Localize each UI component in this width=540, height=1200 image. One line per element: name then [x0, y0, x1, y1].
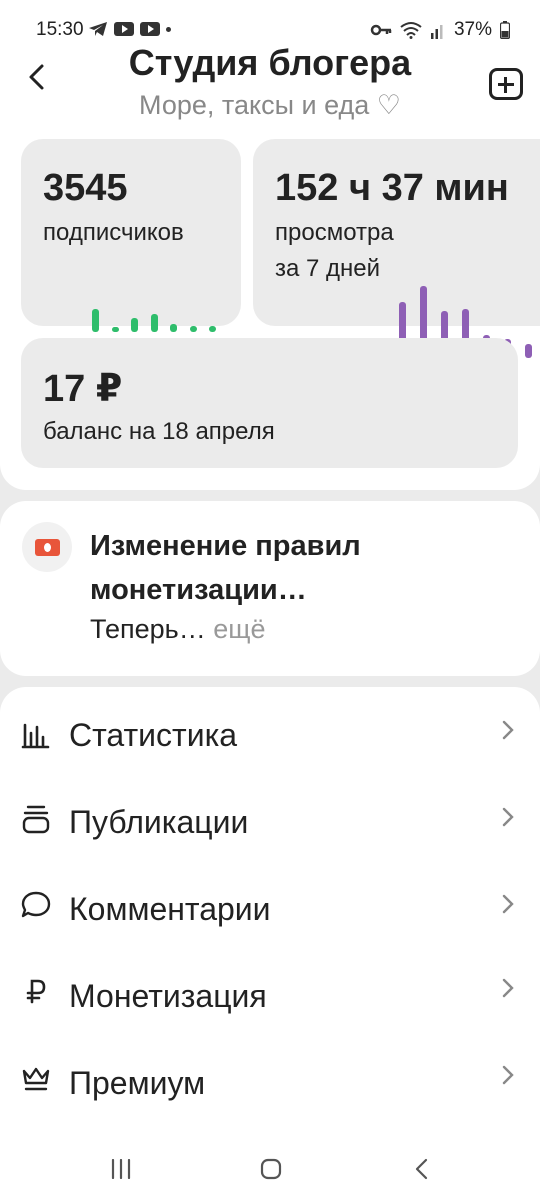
sparkline-bar: [525, 344, 532, 358]
sparkline-bar: [92, 309, 99, 332]
views-period: за 7 дней: [275, 255, 381, 282]
notice-title: Изменение правил монетизации…: [90, 530, 361, 606]
balance-value: 17 ₽: [43, 368, 123, 410]
menu-item-premium[interactable]: Премиум: [0, 1043, 540, 1129]
chevron-right-icon: [502, 720, 514, 740]
status-time: 15:30: [36, 19, 84, 40]
home-icon[interactable]: [259, 1157, 283, 1181]
statistics-icon: [21, 723, 50, 749]
sparkline-bar: [111, 327, 119, 332]
menu-label-premium: Премиум: [69, 1065, 206, 1101]
vpn-key-icon: [370, 24, 392, 36]
notice-preview: Теперь…: [90, 614, 206, 644]
sparkline-bar: [170, 324, 177, 332]
youtube-icon: [114, 22, 134, 36]
menu-item-publications[interactable]: Публикации: [0, 782, 540, 868]
ruble-icon: [26, 979, 46, 1004]
chevron-right-icon: [502, 978, 514, 998]
money-icon: [35, 539, 60, 556]
sparkline-bar: [150, 314, 158, 332]
dot-icon: [166, 26, 171, 32]
views-duration: 152 ч 37 мин: [275, 167, 509, 209]
subscribers-label: подписчиков: [43, 219, 184, 246]
views-label: просмотра: [275, 219, 394, 246]
signal-icon: [430, 25, 443, 39]
back-nav-icon[interactable]: [413, 1158, 431, 1180]
notice-text: Теперь… ещё: [90, 614, 265, 645]
chevron-right-icon: [502, 807, 514, 827]
menu-item-comments[interactable]: Комментарии: [0, 869, 540, 955]
chevron-right-icon: [502, 1065, 514, 1085]
recent-apps-icon[interactable]: [108, 1159, 134, 1179]
subscribers-sparkline: [92, 298, 222, 332]
system-icons: 37%: [370, 19, 510, 41]
telegram-icon: [89, 22, 107, 36]
menu-item-monetization[interactable]: Монетизация: [0, 956, 540, 1042]
notice-icon-circle: [22, 522, 72, 572]
menu-item-statistics[interactable]: Статистика: [0, 695, 540, 781]
comment-icon: [21, 891, 51, 918]
page-subtitle: Море, таксы и еда ♡: [139, 90, 401, 120]
subscribers-count: 3545: [43, 167, 128, 209]
youtube-icon: [140, 22, 160, 36]
balance-label: баланс на 18 апреля: [43, 418, 275, 445]
menu-label-comments: Комментарии: [69, 891, 271, 927]
battery-icon: [500, 21, 510, 39]
system-nav-bar: [0, 1147, 540, 1200]
notification-icons: [88, 21, 171, 37]
menu-label-publications: Публикации: [69, 804, 249, 840]
add-button[interactable]: [489, 68, 523, 100]
notice-more-link[interactable]: ещё: [213, 614, 265, 644]
menu-label-statistics: Статистика: [69, 717, 238, 753]
battery-percent: 37%: [453, 19, 492, 40]
wifi-icon: [400, 22, 422, 39]
sparkline-bar: [189, 326, 197, 332]
publications-icon: [22, 805, 50, 834]
balance-card[interactable]: 17 ₽ баланс на 18 апреля: [21, 338, 518, 468]
menu-label-monetization: Монетизация: [69, 978, 267, 1014]
sparkline-bar: [131, 318, 138, 332]
chevron-right-icon: [502, 894, 514, 914]
sparkline-bar: [209, 326, 216, 332]
crown-icon: [22, 1067, 50, 1091]
page-title: Студия блогера: [128, 42, 412, 83]
